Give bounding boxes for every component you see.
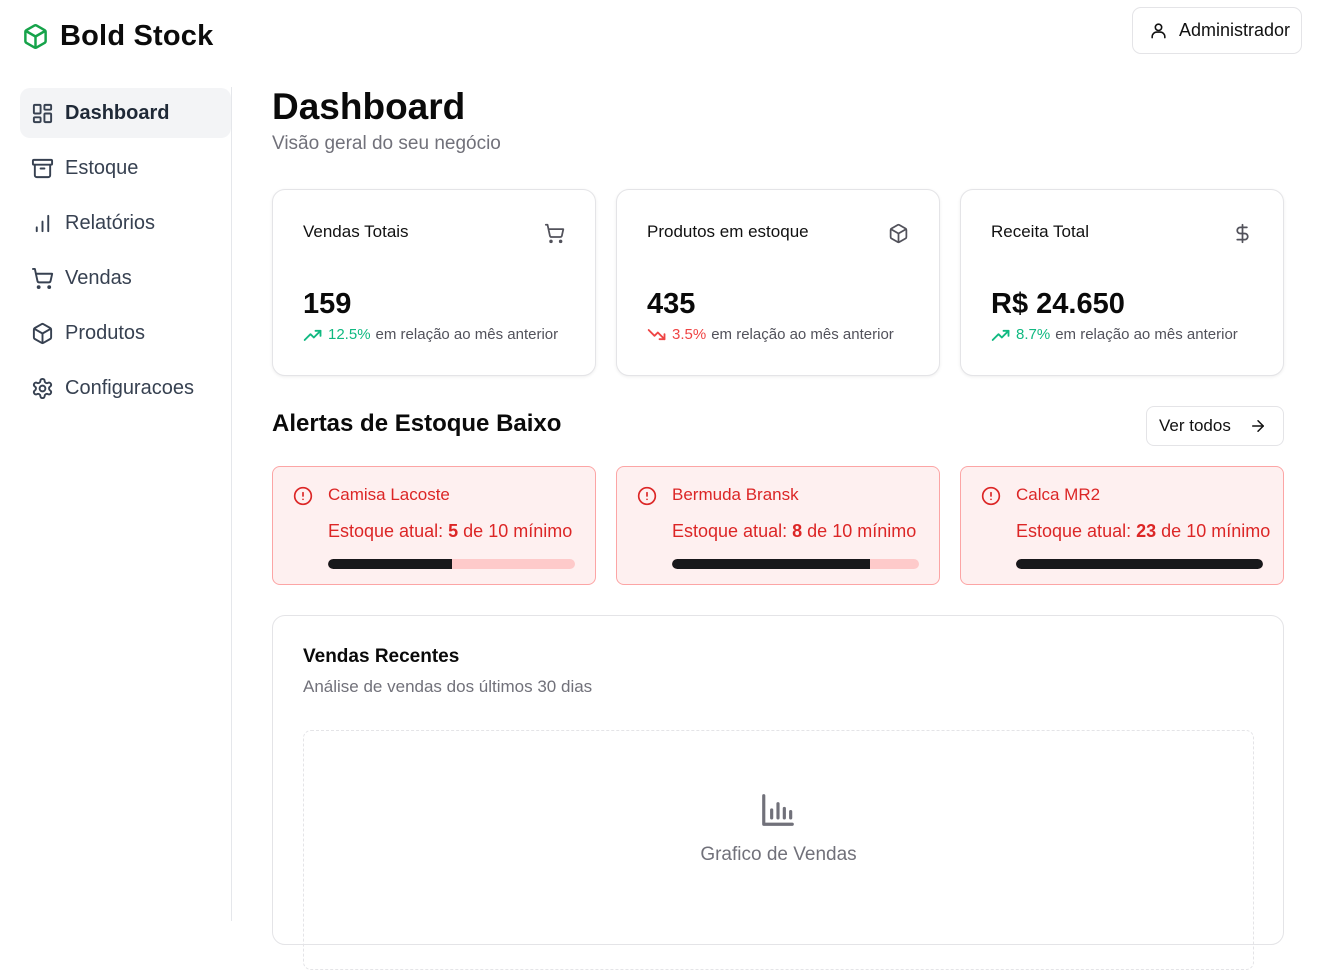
- stock-progress-fill: [328, 559, 452, 569]
- stat-trend: 3.5% em relação ao mês anterior: [647, 326, 894, 343]
- sidebar-item-label: Estoque: [65, 156, 139, 179]
- alert-circle-icon: [293, 486, 313, 506]
- trending-up-icon: [991, 329, 1010, 341]
- sidebar-item-label: Configuracoes: [65, 376, 194, 399]
- view-all-label: Ver todos: [1159, 416, 1231, 435]
- stock-of: de: [1161, 521, 1182, 541]
- alert-stock-text: Estoque atual: 23 de 10 mínimo: [1016, 521, 1270, 542]
- stock-label: Estoque atual:: [1016, 521, 1132, 541]
- stat-card-vendas-totais: Vendas Totais 159 12.5% em relação ao mê…: [272, 189, 596, 376]
- trending-down-icon: [647, 328, 666, 340]
- brand-name: Bold Stock: [60, 20, 214, 52]
- archive-icon: [31, 158, 54, 178]
- stat-value: 159: [303, 288, 352, 320]
- sidebar-item-dashboard[interactable]: Dashboard: [20, 88, 231, 138]
- stat-card-receita-total: Receita Total R$ 24.650 8.7% em relação …: [960, 189, 1284, 376]
- alert-product-name: Bermuda Bransk: [672, 485, 799, 504]
- stock-progress-fill: [672, 559, 870, 569]
- stat-trend-comparison: em relação ao mês anterior: [711, 326, 894, 343]
- bar-chart-icon: [35, 214, 50, 232]
- sidebar-item-relatorios[interactable]: Relatórios: [20, 198, 231, 248]
- stat-title: Receita Total: [991, 222, 1089, 241]
- stat-value: R$ 24.650: [991, 288, 1125, 320]
- stock-current: 8: [792, 521, 803, 541]
- alert-product-name: Camisa Lacoste: [328, 485, 450, 504]
- stat-trend-percent: 8.7%: [1016, 326, 1051, 343]
- alert-circle-icon: [981, 486, 1001, 506]
- stat-title: Produtos em estoque: [647, 222, 809, 241]
- stock-current: 5: [448, 521, 459, 541]
- stock-progress-fill: [1016, 559, 1263, 569]
- stock-label: Estoque atual:: [672, 521, 788, 541]
- stock-min-label: mínimo: [857, 521, 917, 541]
- recent-sales-subtitle: Análise de vendas dos últimos 30 dias: [303, 677, 593, 696]
- stat-card-produtos-em-estoque: Produtos em estoque 435 3.5% em relação …: [616, 189, 940, 376]
- user-menu-label: Administrador: [1179, 20, 1291, 40]
- user-icon: [1151, 23, 1166, 39]
- dollar-sign-icon: [1236, 223, 1249, 244]
- alerts-section-title: Alertas de Estoque Baixo: [272, 410, 562, 437]
- stock-current: 23: [1136, 521, 1157, 541]
- stock-progress-bar: [328, 559, 575, 569]
- package-icon: [889, 223, 908, 244]
- stock-min-label: mínimo: [1211, 521, 1271, 541]
- stock-progress-bar: [672, 559, 919, 569]
- bar-chart-icon: [762, 794, 794, 826]
- settings-icon: [32, 377, 53, 399]
- stock-of: de: [807, 521, 828, 541]
- page-title: Dashboard: [272, 86, 466, 127]
- sidebar: Dashboard Estoque Relatórios Vendas Prod…: [0, 87, 232, 921]
- stat-trend-comparison: em relação ao mês anterior: [1055, 326, 1238, 343]
- arrow-right-icon: [1251, 420, 1264, 432]
- recent-sales-card: Vendas Recentes Análise de vendas dos úl…: [272, 615, 1284, 970]
- stat-value: 435: [647, 288, 696, 320]
- alert-stock-text: Estoque atual: 8 de 10 mínimo: [672, 521, 916, 542]
- stock-minimum: 10: [488, 521, 509, 541]
- stock-label: Estoque atual:: [328, 521, 444, 541]
- stock-min-label: mínimo: [513, 521, 573, 541]
- sales-chart-placeholder: Grafico de Vendas: [303, 730, 1254, 970]
- brand[interactable]: Bold Stock: [22, 20, 213, 53]
- alert-circle-icon: [637, 486, 657, 506]
- stock-progress-bar: [1016, 559, 1263, 569]
- shopping-cart-icon: [32, 267, 54, 289]
- sidebar-item-configuracoes[interactable]: Configuracoes: [20, 363, 231, 413]
- alert-stock-text: Estoque atual: 5 de 10 mínimo: [328, 521, 572, 542]
- sidebar-item-estoque[interactable]: Estoque: [20, 143, 231, 193]
- stat-trend-percent: 3.5%: [672, 326, 707, 343]
- stat-title: Vendas Totais: [303, 222, 409, 241]
- alert-product-name: Calca MR2: [1016, 485, 1101, 504]
- trending-up-icon: [303, 329, 322, 341]
- view-all-button[interactable]: Ver todos: [1146, 406, 1284, 446]
- stat-trend-comparison: em relação ao mês anterior: [375, 326, 559, 343]
- package-icon: [32, 322, 53, 344]
- package-icon: [24, 24, 47, 49]
- stock-of: de: [463, 521, 484, 541]
- shopping-cart-icon: [544, 223, 565, 244]
- stock-minimum: 10: [1186, 521, 1207, 541]
- stock-alert-card[interactable]: Camisa Lacoste Estoque atual: 5 de 10 mí…: [272, 466, 596, 585]
- stock-alert-card[interactable]: Bermuda Bransk Estoque atual: 8 de 10 mí…: [616, 466, 940, 585]
- stock-alert-card[interactable]: Calca MR2 Estoque atual: 23 de 10 mínimo: [960, 466, 1284, 585]
- stat-trend: 12.5% em relação ao mês anterior: [303, 326, 558, 343]
- sidebar-item-produtos[interactable]: Produtos: [20, 308, 231, 358]
- stock-minimum: 10: [832, 521, 853, 541]
- sidebar-item-label: Vendas: [65, 266, 132, 289]
- sidebar-item-label: Dashboard: [65, 101, 170, 124]
- sidebar-item-vendas[interactable]: Vendas: [20, 253, 231, 303]
- sidebar-item-label: Relatórios: [65, 211, 156, 234]
- chart-placeholder-label: Grafico de Vendas: [700, 844, 857, 865]
- sidebar-item-label: Produtos: [65, 321, 146, 344]
- layout-dashboard-icon: [32, 103, 53, 123]
- page-subtitle: Visão geral do seu negócio: [272, 133, 501, 154]
- recent-sales-title: Vendas Recentes: [303, 646, 460, 667]
- stat-trend-percent: 12.5%: [328, 326, 371, 343]
- stat-trend: 8.7% em relação ao mês anterior: [991, 326, 1238, 343]
- user-menu-button[interactable]: Administrador: [1132, 7, 1302, 54]
